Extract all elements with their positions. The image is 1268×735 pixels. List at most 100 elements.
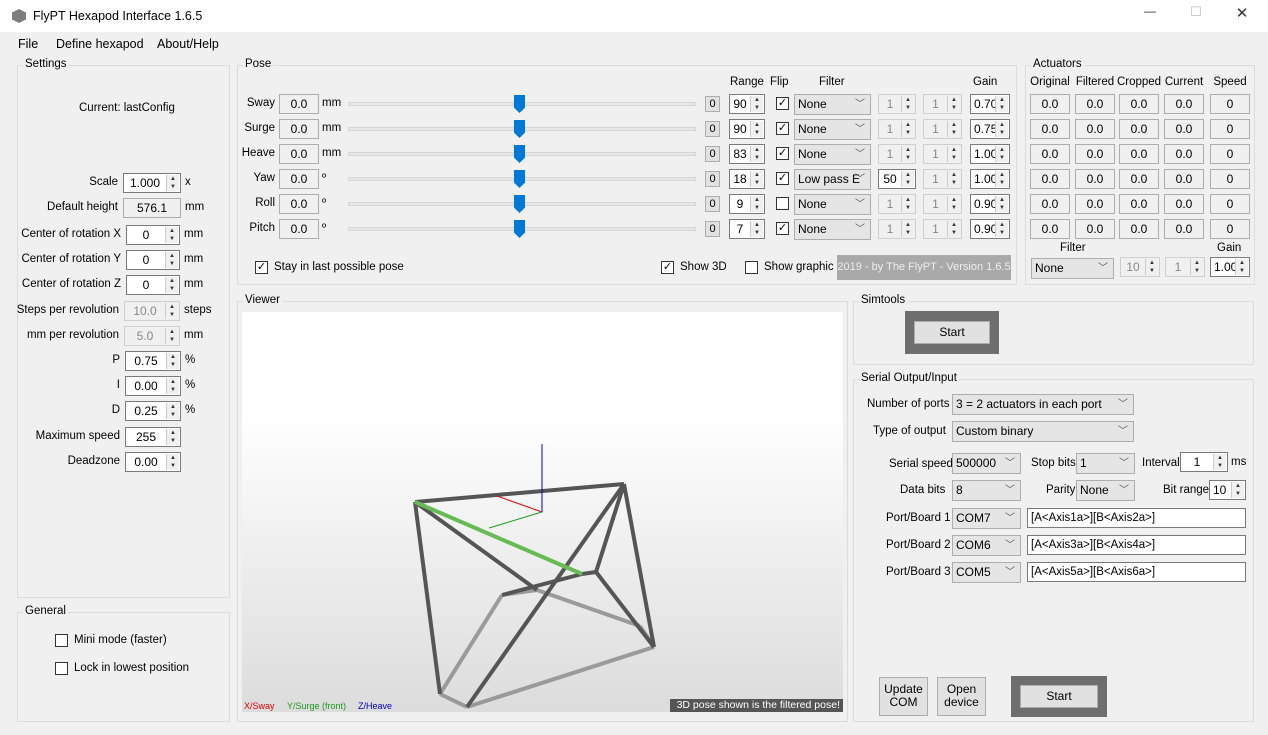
- spin-arrows-icon[interactable]: ▲ ▼: [750, 171, 763, 187]
- spin-arrows-icon[interactable]: ▲ ▼: [1231, 482, 1244, 498]
- pose-offset-button[interactable]: 0: [705, 221, 720, 237]
- spin-arrows-icon[interactable]: ▲ ▼: [995, 121, 1008, 137]
- pose-offset-button[interactable]: 0: [705, 171, 720, 187]
- filter-select[interactable]: None ﹀: [794, 194, 871, 215]
- board-format-input[interactable]: [A<Axis3a>][B<Axis4a>]: [1027, 535, 1246, 555]
- spin-arrows-icon[interactable]: ▲ ▼: [901, 221, 914, 237]
- speed-select[interactable]: 500000 ﹀: [952, 453, 1021, 474]
- type-select[interactable]: Custom binary ﹀: [952, 421, 1134, 442]
- settings-field-2[interactable]: 0 ▲ ▼: [126, 225, 180, 245]
- spin-arrows-icon[interactable]: ▲ ▼: [995, 146, 1008, 162]
- flip-checkbox[interactable]: ✓: [776, 122, 789, 135]
- spin-arrows-icon[interactable]: ▲ ▼: [1145, 259, 1158, 275]
- spin-arrows-icon[interactable]: ▲ ▼: [750, 121, 763, 137]
- flip-checkbox[interactable]: ✓: [776, 97, 789, 110]
- settings-field-11[interactable]: 0.00 ▲ ▼: [125, 452, 181, 472]
- spin-arrows-icon[interactable]: ▲ ▼: [165, 227, 178, 243]
- stop-select[interactable]: 1 ﹀: [1076, 453, 1135, 474]
- gain-spin[interactable]: 0.90 ▲ ▼: [970, 194, 1010, 214]
- spin-arrows-icon[interactable]: ▲ ▼: [1213, 454, 1226, 470]
- spin-arrows-icon[interactable]: ▲ ▼: [166, 378, 179, 394]
- spin-arrows-icon[interactable]: ▲ ▼: [947, 196, 960, 212]
- flip-checkbox[interactable]: [776, 197, 789, 210]
- spin-arrows-icon[interactable]: ▲ ▼: [1190, 259, 1203, 275]
- general-option-checkbox[interactable]: [55, 634, 68, 647]
- gain-spin[interactable]: 0.90 ▲ ▼: [970, 219, 1010, 239]
- spin-arrows-icon[interactable]: ▲ ▼: [901, 121, 914, 137]
- spin-arrows-icon[interactable]: ▲ ▼: [947, 96, 960, 112]
- menu-define-hexapod[interactable]: Define hexapod: [56, 37, 144, 51]
- viewer-canvas[interactable]: [242, 312, 843, 712]
- range-spin[interactable]: 7 ▲ ▼: [729, 219, 765, 239]
- pose-offset-button[interactable]: 0: [705, 196, 720, 212]
- interval-spin[interactable]: 1 ▲ ▼: [1180, 452, 1228, 472]
- settings-field-9[interactable]: 0.25 ▲ ▼: [125, 401, 181, 421]
- spin-arrows-icon[interactable]: ▲ ▼: [901, 96, 914, 112]
- board-port-select[interactable]: COM6 ﹀: [952, 535, 1021, 556]
- spin-arrows-icon[interactable]: ▲ ▼: [901, 171, 914, 187]
- flip-checkbox[interactable]: ✓: [776, 172, 789, 185]
- spin-arrows-icon[interactable]: ▲ ▼: [166, 403, 179, 419]
- filter-select[interactable]: None ﹀: [794, 144, 871, 165]
- data-select[interactable]: 8 ﹀: [952, 480, 1021, 501]
- flip-checkbox[interactable]: ✓: [776, 222, 789, 235]
- settings-field-0[interactable]: 1.000 ▲ ▼: [123, 173, 181, 193]
- spin-arrows-icon[interactable]: ▲ ▼: [947, 171, 960, 187]
- range-spin[interactable]: 9 ▲ ▼: [729, 194, 765, 214]
- spin-arrows-icon[interactable]: ▲ ▼: [995, 221, 1008, 237]
- spin-arrows-icon[interactable]: ▲ ▼: [947, 221, 960, 237]
- show-3d-checkbox[interactable]: ✓: [661, 261, 674, 274]
- actuator-filter-select[interactable]: None ﹀: [1031, 258, 1114, 279]
- spin-arrows-icon[interactable]: ▲ ▼: [750, 196, 763, 212]
- range-spin[interactable]: 90 ▲ ▼: [729, 94, 765, 114]
- update-com-button[interactable]: Update COM: [879, 677, 928, 716]
- stay-last-checkbox[interactable]: ✓: [255, 261, 268, 274]
- parity-select[interactable]: None ﹀: [1076, 480, 1135, 501]
- filter-select[interactable]: None ﹀: [794, 94, 871, 115]
- spin-arrows-icon[interactable]: ▲ ▼: [166, 175, 179, 191]
- spin-arrows-icon[interactable]: ▲ ▼: [947, 146, 960, 162]
- show-graphic-checkbox[interactable]: [745, 261, 758, 274]
- pose-offset-button[interactable]: 0: [705, 121, 720, 137]
- spin-arrows-icon[interactable]: ▲ ▼: [995, 196, 1008, 212]
- spin-arrows-icon[interactable]: ▲ ▼: [750, 221, 763, 237]
- board-format-input[interactable]: [A<Axis5a>][B<Axis6a>]: [1027, 562, 1246, 582]
- spin-arrows-icon[interactable]: ▲ ▼: [165, 328, 178, 344]
- filter-select[interactable]: Low pass E ﹀: [794, 169, 871, 190]
- settings-field-10[interactable]: 255 ▲ ▼: [125, 427, 181, 447]
- menu-about-help[interactable]: About/Help: [157, 37, 219, 51]
- range-spin[interactable]: 18 ▲ ▼: [729, 169, 765, 189]
- pose-offset-button[interactable]: 0: [705, 146, 720, 162]
- gain-spin[interactable]: 0.70 ▲ ▼: [970, 94, 1010, 114]
- pose-offset-button[interactable]: 0: [705, 96, 720, 112]
- settings-field-7[interactable]: 0.75 ▲ ▼: [125, 351, 181, 371]
- ports-select[interactable]: 3 = 2 actuators in each port ﹀: [952, 394, 1134, 415]
- spin-arrows-icon[interactable]: ▲ ▼: [750, 96, 763, 112]
- spin-arrows-icon[interactable]: ▲ ▼: [165, 303, 178, 319]
- spin-arrows-icon[interactable]: ▲ ▼: [165, 252, 178, 268]
- settings-field-3[interactable]: 0 ▲ ▼: [126, 250, 180, 270]
- range-spin[interactable]: 90 ▲ ▼: [729, 119, 765, 139]
- spin-arrows-icon[interactable]: ▲ ▼: [166, 353, 179, 369]
- serial-start-button[interactable]: Start: [1020, 685, 1098, 708]
- filter-select[interactable]: None ﹀: [794, 219, 871, 240]
- range-spin[interactable]: 83 ▲ ▼: [729, 144, 765, 164]
- spin-arrows-icon[interactable]: ▲ ▼: [947, 121, 960, 137]
- bitrange-spin[interactable]: 10 ▲ ▼: [1209, 480, 1246, 500]
- minimize-button[interactable]: —: [1130, 4, 1170, 28]
- board-port-select[interactable]: COM7 ﹀: [952, 508, 1021, 529]
- open-device-button[interactable]: Open device: [937, 677, 986, 716]
- general-option-checkbox[interactable]: [55, 662, 68, 675]
- maximize-button[interactable]: ☐: [1176, 4, 1216, 28]
- gain-spin[interactable]: 1.00 ▲ ▼: [970, 144, 1010, 164]
- spin-arrows-icon[interactable]: ▲ ▼: [1235, 259, 1248, 275]
- actuator-gain-spin[interactable]: 1.00 ▲ ▼: [1210, 257, 1250, 277]
- filter-select[interactable]: None ﹀: [794, 119, 871, 140]
- settings-field-4[interactable]: 0 ▲ ▼: [126, 275, 180, 295]
- menu-file[interactable]: File: [18, 37, 38, 51]
- spin-arrows-icon[interactable]: ▲ ▼: [995, 96, 1008, 112]
- spin-arrows-icon[interactable]: ▲ ▼: [166, 454, 179, 470]
- spin-arrows-icon[interactable]: ▲ ▼: [995, 171, 1008, 187]
- spin-arrows-icon[interactable]: ▲ ▼: [750, 146, 763, 162]
- spin-arrows-icon[interactable]: ▲ ▼: [901, 196, 914, 212]
